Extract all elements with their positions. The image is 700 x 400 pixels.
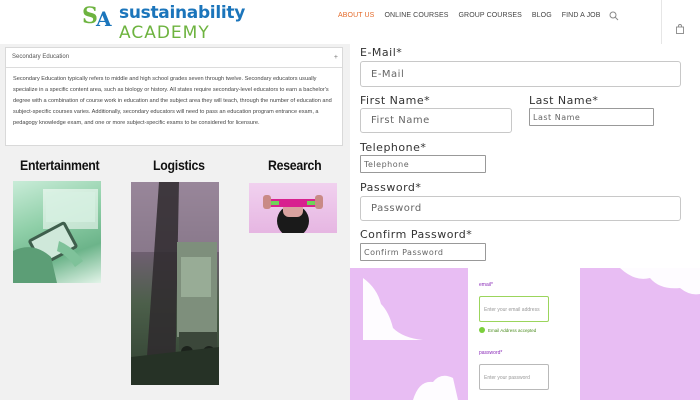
email-label: E-Mail* — [360, 46, 403, 59]
mini-email-label: email* — [479, 282, 493, 288]
mini-email-status: Email Address accepted — [488, 328, 537, 333]
site-logo[interactable]: SA sustainability ACADEMY — [82, 3, 245, 43]
first-name-input[interactable]: First Name — [360, 108, 512, 133]
embedded-form-preview: email* Enter your email address Email Ad… — [363, 268, 700, 400]
category-logistics-label[interactable]: Logistics — [153, 157, 205, 173]
logo-line1: sustainability — [119, 3, 245, 23]
check-icon — [479, 327, 485, 333]
last-name-label: Last Name* — [529, 94, 599, 107]
telephone-input[interactable]: Telephone — [360, 155, 486, 173]
accordion-body: Secondary Education typically refers to … — [13, 76, 332, 126]
first-name-label: First Name* — [360, 94, 431, 107]
password-input[interactable]: Password — [360, 196, 681, 221]
telephone-label: Telephone* — [360, 141, 427, 154]
accordion-title: Secondary Education — [12, 54, 70, 60]
logo-mark: SA — [82, 3, 112, 31]
mini-password-label: password* — [479, 350, 503, 356]
category-research-label[interactable]: Research — [268, 157, 322, 173]
entertainment-image[interactable] — [13, 181, 101, 283]
mini-password-input[interactable]: Enter your password — [479, 364, 549, 390]
shopping-bag-icon[interactable] — [675, 24, 685, 34]
cloud-decoration-right — [620, 268, 700, 295]
research-image[interactable] — [249, 183, 337, 233]
logistics-image[interactable] — [131, 182, 219, 385]
mini-email-input[interactable]: Enter your email address — [479, 296, 549, 322]
search-icon[interactable] — [609, 11, 619, 21]
pink-strip — [350, 268, 363, 400]
nav-find-a-job[interactable]: FIND A JOB — [562, 12, 601, 19]
header-divider — [661, 0, 662, 44]
nav-about-us[interactable]: ABOUT US — [338, 12, 374, 19]
category-entertainment-label[interactable]: Entertainment — [20, 157, 100, 173]
expand-icon[interactable]: + — [334, 54, 338, 61]
accordion-secondary-education: Secondary Education + Secondary Educatio… — [5, 47, 343, 146]
site-header: SA sustainability ACADEMY ABOUT US ONLIN… — [0, 0, 700, 44]
nav-online-courses[interactable]: ONLINE COURSES — [384, 12, 448, 19]
embedded-form-card: email* Enter your email address Email Ad… — [468, 268, 580, 400]
nav-blog[interactable]: BLOG — [532, 12, 552, 19]
nav-group-courses[interactable]: GROUP COURSES — [459, 12, 522, 19]
logo-line2: ACADEMY — [119, 23, 210, 43]
last-name-input[interactable]: Last Name — [529, 108, 654, 126]
confirm-password-input[interactable]: Confirm Password — [360, 243, 486, 261]
password-label: Password* — [360, 181, 422, 194]
main-nav: ABOUT US ONLINE COURSES GROUP COURSES BL… — [338, 12, 601, 19]
confirm-password-label: Confirm Password* — [360, 228, 473, 241]
cloud-decoration-left — [363, 278, 458, 400]
accordion-header[interactable]: Secondary Education + — [6, 48, 342, 68]
page: SA sustainability ACADEMY ABOUT US ONLIN… — [0, 0, 700, 400]
email-input[interactable]: E-Mail — [360, 61, 681, 87]
